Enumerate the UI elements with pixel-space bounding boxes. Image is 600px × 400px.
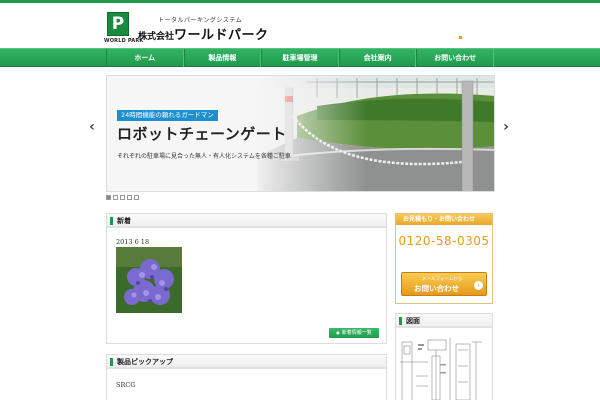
drawing-section: 図面 — [395, 313, 493, 400]
logo-tagline: トータルパーキングシステム — [158, 17, 243, 24]
news-heading-bar: 新着 — [107, 214, 386, 228]
pickup-heading: 製品ピックアップ — [117, 358, 173, 366]
news-thumbnail-hydrangea[interactable] — [116, 247, 182, 313]
contact-form-sub-label: メールフォームから — [422, 277, 463, 282]
company-prefix: 株式会社 — [138, 32, 175, 42]
pickup-section: 製品ピックアップ SRCG — [106, 354, 387, 400]
logo-mark[interactable]: P — [107, 12, 129, 36]
contact-heading: お見積もり・お問い合わせ — [396, 214, 492, 225]
company-name-text: ワールドパーク — [174, 28, 269, 43]
nav-item-home[interactable]: ホーム — [106, 49, 184, 67]
hero-tag-label: 24時間機能の頼れるガードマン — [117, 110, 218, 121]
hero-description: それぞれの駐車場に見合った無人・有人化システムを各種ご駐車 — [117, 153, 291, 160]
slider-dot-1[interactable] — [106, 195, 111, 200]
news-list-button[interactable]: 新着情報一覧 — [329, 328, 379, 338]
pickup-heading-bar: 製品ピックアップ — [107, 355, 386, 369]
top-accent-line — [0, 0, 600, 3]
contact-form-label: お問い合わせ — [414, 284, 459, 293]
slider-prev-arrow-icon[interactable]: ‹ — [86, 120, 98, 134]
slider-dot-5[interactable] — [134, 195, 139, 200]
hero-slider[interactable]: 24時間機能の頼れるガードマン ロボットチェーンゲート それぞれの駐車場に見合っ… — [106, 75, 495, 192]
pickup-product-code[interactable]: SRCG — [116, 381, 136, 389]
hero-title[interactable]: ロボットチェーンゲート — [117, 123, 287, 144]
slider-pagination — [106, 195, 139, 200]
nav-item-company[interactable]: 会社案内 — [338, 49, 417, 67]
heading-marker — [110, 217, 113, 225]
contact-form-button[interactable]: メールフォームから お問い合わせ › — [401, 272, 487, 296]
contact-box: お見積もり・お問い合わせ 0120-58-0305 メールフォームから お問い合… — [395, 213, 493, 304]
drawing-heading-bar: 図面 — [396, 314, 492, 328]
heading-marker — [110, 358, 113, 366]
global-nav-items: ホーム 製品情報 駐車場管理 会社案内 お問い合わせ — [106, 49, 494, 67]
chevron-right-icon: › — [474, 281, 483, 290]
slider-dot-4[interactable] — [127, 195, 132, 200]
slider-dot-3[interactable] — [120, 195, 125, 200]
nav-item-contact[interactable]: お問い合わせ — [416, 49, 494, 67]
contact-phone-number[interactable]: 0120-58-0305 — [396, 234, 492, 248]
drawing-heading: 図面 — [406, 317, 420, 325]
global-nav: ホーム 製品情報 駐車場管理 会社案内 お問い合わせ — [0, 48, 600, 67]
news-heading: 新着 — [117, 217, 131, 225]
news-date: 2013 6 18 — [116, 238, 150, 246]
slider-dot-2[interactable] — [113, 195, 118, 200]
company-name[interactable]: 株式会社ワールドパーク — [138, 24, 269, 43]
technical-drawing-thumbnail[interactable] — [398, 336, 490, 400]
heading-marker — [399, 317, 402, 325]
header-decoration-dot — [459, 36, 462, 39]
nav-item-products[interactable]: 製品情報 — [183, 49, 262, 67]
slider-next-arrow-icon[interactable]: › — [500, 120, 512, 134]
news-section: 新着 2013 6 18 新着情報一覧 — [106, 213, 387, 344]
nav-item-parking-management[interactable]: 駐車場管理 — [261, 49, 339, 67]
